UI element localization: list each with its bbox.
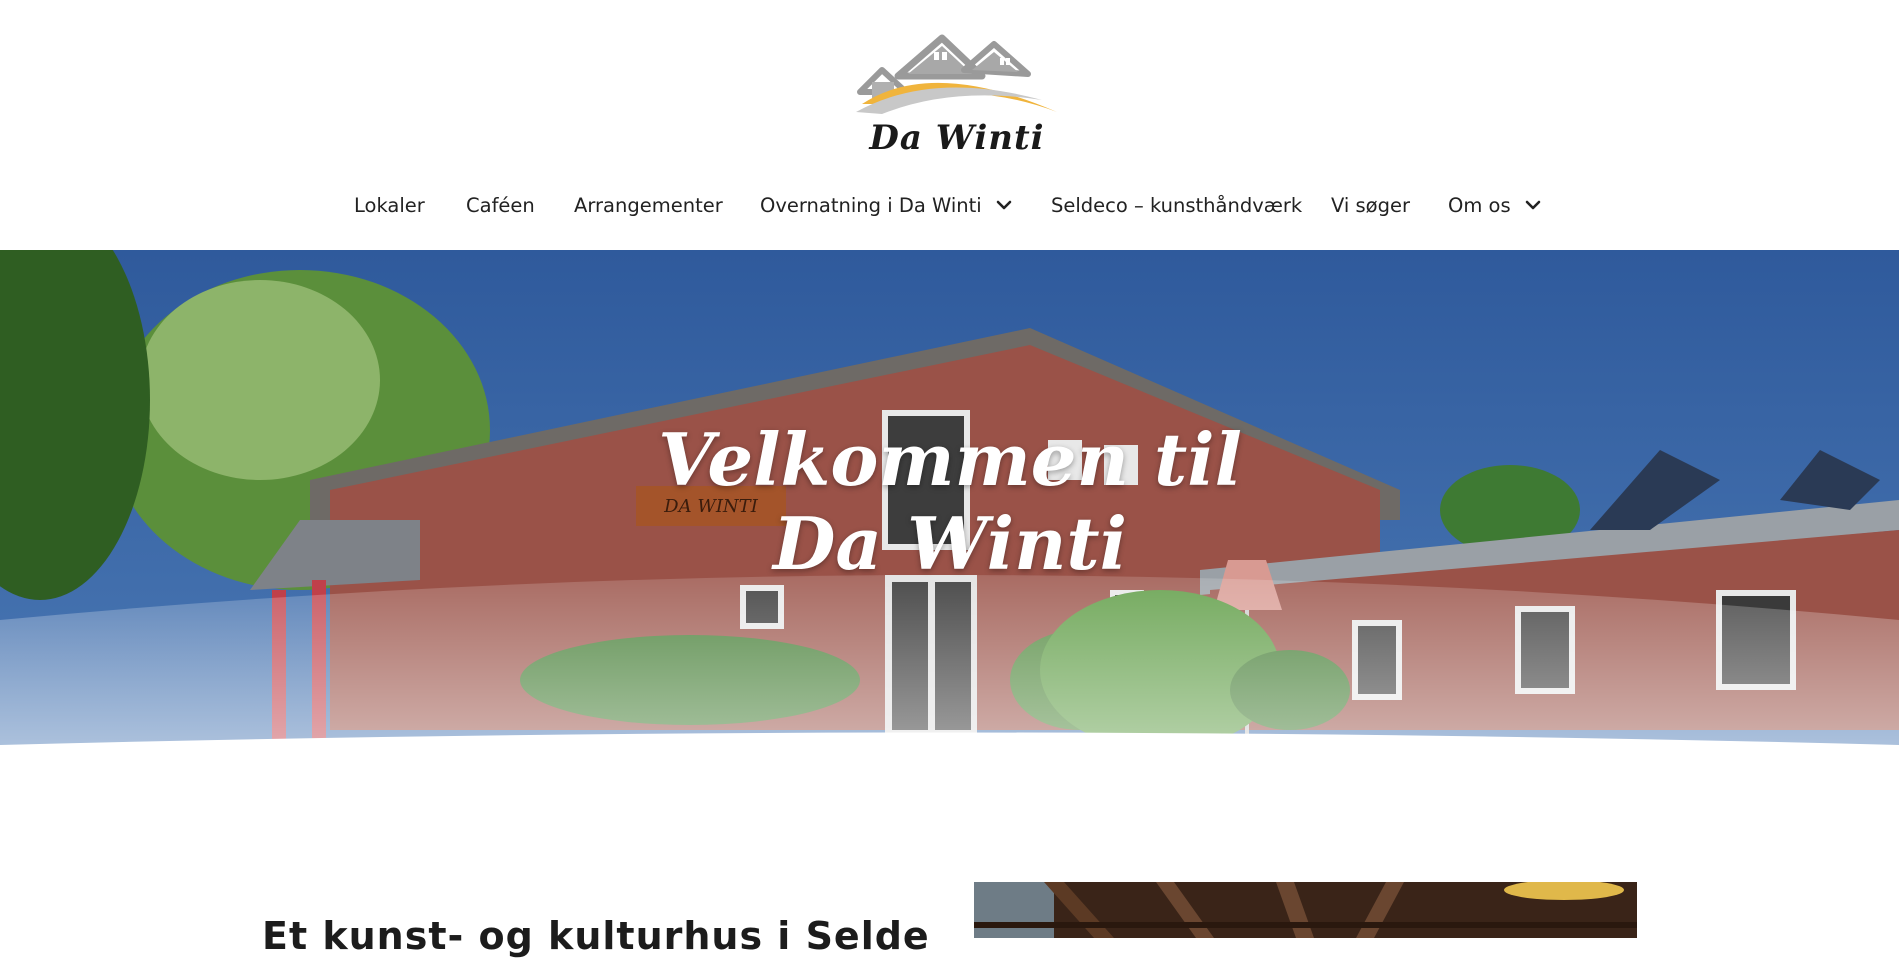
nav-item-label: Om os [1448, 193, 1511, 217]
nav-item-seldeco[interactable]: Seldeco – kunsthåndværk [1051, 186, 1302, 224]
nav-item-cafeen[interactable]: Caféen [466, 186, 535, 224]
nav-item-label: Caféen [466, 193, 535, 217]
chevron-down-icon [1525, 200, 1540, 210]
logo-text: Da Winti [869, 118, 1045, 158]
nav-item-arrangementer[interactable]: Arrangementer [574, 186, 723, 224]
section-heading: Et kunst- og kulturhus i Selde [262, 913, 930, 958]
nav-item-vi-soger[interactable]: Vi søger [1331, 186, 1410, 224]
nav-item-label: Vi søger [1331, 193, 1411, 217]
interior-photo-image [974, 882, 1637, 938]
nav-item-label: Arrangementer [574, 193, 723, 217]
nav-item-label: Lokaler [354, 193, 425, 217]
site-header: Da Winti Lokaler Caféen Arrangementer Ov… [0, 0, 1899, 250]
site-logo[interactable]: Da Winti [852, 30, 1062, 160]
hero-title-line1: Velkommen til [658, 417, 1242, 502]
nav-item-label: Seldeco – kunsthåndværk [1051, 193, 1303, 217]
hero-title: Velkommen til Da Winti [600, 418, 1300, 586]
nav-item-overnatning[interactable]: Overnatning i Da Winti [760, 186, 1012, 224]
hero-banner: DA WINTI Velkommen til Da Winti [0, 250, 1899, 750]
nav-item-label: Overnatning i Da Winti [760, 193, 982, 217]
interior-photo [974, 882, 1637, 938]
house-roof-logo-icon [856, 34, 1057, 114]
hero-title-line2: Da Winti [772, 501, 1128, 586]
chevron-down-icon [996, 200, 1012, 210]
main-nav: Lokaler Caféen Arrangementer Overnatning… [0, 186, 1899, 224]
nav-item-lokaler[interactable]: Lokaler [354, 186, 425, 224]
nav-item-om-os[interactable]: Om os [1448, 186, 1541, 224]
